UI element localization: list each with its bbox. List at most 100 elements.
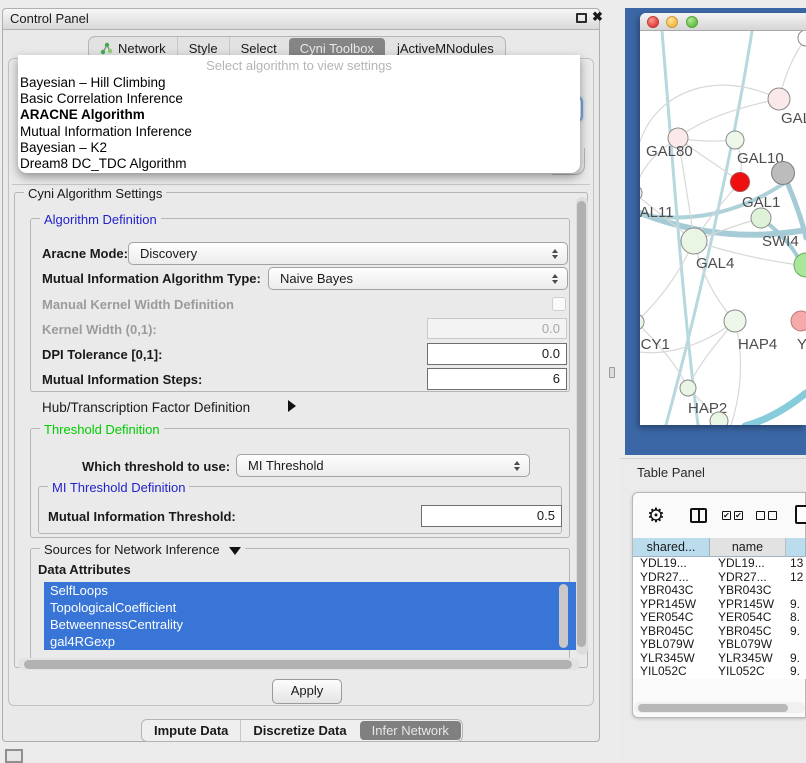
network-node-gal10[interactable] bbox=[726, 131, 744, 149]
network-node-gcy1[interactable] bbox=[640, 314, 644, 330]
split-columns-icon[interactable] bbox=[690, 508, 707, 523]
select-checkboxes-icon[interactable]: ✔ ✔ bbox=[722, 511, 743, 520]
kernel-width-label: Kernel Width (0,1): bbox=[42, 322, 157, 337]
settings-horizontal-scrollbar-thumb[interactable] bbox=[24, 660, 572, 669]
table-cell: YPR145W bbox=[633, 598, 712, 612]
dpi-tolerance-field[interactable]: 0.0 bbox=[427, 343, 567, 365]
panel-splitter-handle[interactable] bbox=[609, 367, 615, 378]
network-node-gal4[interactable] bbox=[681, 228, 707, 254]
network-node[interactable] bbox=[710, 412, 728, 425]
manual-kernel-width-checkbox[interactable] bbox=[552, 297, 566, 311]
mi-steps-field[interactable]: 6 bbox=[427, 368, 567, 390]
network-node-gal1[interactable] bbox=[751, 208, 771, 228]
hub-definition-label: Hub/Transcription Factor Definition bbox=[42, 400, 250, 415]
page-icon[interactable] bbox=[795, 505, 806, 524]
network-window-titlebar[interactable] bbox=[640, 13, 806, 31]
network-icon bbox=[100, 42, 113, 55]
column-header-shared[interactable]: shared... bbox=[633, 538, 710, 557]
float-window-icon[interactable] bbox=[576, 13, 587, 23]
hidden-groupbox-border bbox=[12, 184, 590, 185]
tab-infer-network[interactable]: Infer Network bbox=[360, 721, 461, 740]
network-node[interactable] bbox=[772, 162, 795, 185]
algorithm-dropdown-popup: Select algorithm to view settings Bayesi… bbox=[18, 55, 580, 173]
spinner-arrows-icon bbox=[552, 249, 558, 259]
gear-icon[interactable]: ⚙ bbox=[647, 503, 665, 528]
table-cell: 9. bbox=[790, 625, 806, 639]
table-row[interactable]: YBR043CYBR043C bbox=[633, 584, 806, 598]
tab-impute-data[interactable]: Impute Data bbox=[142, 720, 240, 741]
network-node-gal[interactable] bbox=[768, 88, 790, 110]
algorithm-option[interactable]: Basic Correlation Inference bbox=[20, 91, 576, 107]
settings-vertical-scrollbar-thumb[interactable] bbox=[577, 201, 586, 647]
column-header-name[interactable]: name bbox=[710, 538, 786, 557]
deselect-checkboxes-icon[interactable] bbox=[756, 511, 777, 520]
table-cell: YPR145W bbox=[712, 598, 790, 612]
table-cell bbox=[790, 638, 806, 652]
algorithm-option[interactable]: Mutual Information Inference bbox=[20, 124, 576, 140]
table-cell: YDL19... bbox=[633, 557, 712, 571]
network-node[interactable] bbox=[798, 31, 806, 46]
network-node-label: GAL80 bbox=[646, 143, 693, 160]
threshold-definition-title: Threshold Definition bbox=[40, 422, 164, 437]
network-edge bbox=[745, 393, 806, 425]
cyni-settings-group-title: Cyni Algorithm Settings bbox=[24, 186, 166, 201]
data-attributes-list: SelfLoopsTopologicalCoefficientBetweenne… bbox=[44, 582, 576, 650]
minimized-panel-icon[interactable] bbox=[5, 749, 23, 763]
expand-arrow-icon[interactable] bbox=[288, 400, 296, 412]
spinner-arrows-icon bbox=[552, 274, 558, 284]
which-threshold-combobox[interactable]: MI Threshold bbox=[236, 454, 530, 477]
network-node[interactable] bbox=[731, 173, 750, 192]
mi-threshold-field[interactable]: 0.5 bbox=[421, 505, 562, 527]
network-node-label: SWI4 bbox=[762, 233, 799, 250]
dpi-tolerance-label: DPI Tolerance [0,1]: bbox=[42, 347, 162, 362]
table-cell: YBR043C bbox=[712, 584, 790, 598]
algorithm-option[interactable]: Bayesian – K2 bbox=[20, 140, 576, 156]
network-node-label: GCY1 bbox=[640, 336, 670, 353]
apply-button[interactable]: Apply bbox=[272, 679, 342, 704]
network-node-hap2[interactable] bbox=[680, 380, 696, 396]
table-cell: 12 bbox=[790, 571, 806, 585]
attribute-list-item[interactable]: SelfLoops bbox=[44, 582, 576, 599]
unchecked-box-icon bbox=[756, 511, 765, 520]
minimize-traffic-light-icon[interactable] bbox=[666, 16, 678, 28]
algorithm-option[interactable]: ARACNE Algorithm bbox=[20, 107, 576, 123]
network-canvas[interactable]: GALGAL80GAL10GAL11GAL1SWI4GAL4GCY1HAP4YH… bbox=[640, 31, 806, 425]
close-icon[interactable]: ✖ bbox=[592, 9, 603, 25]
collapse-arrow-icon[interactable] bbox=[229, 547, 241, 555]
table-row[interactable]: YER054CYER054C8. bbox=[633, 611, 806, 625]
table-cell: 13 bbox=[790, 557, 806, 571]
zoom-traffic-light-icon[interactable] bbox=[686, 16, 698, 28]
attribute-list-item[interactable]: gal4RGexp bbox=[44, 633, 576, 650]
attributes-scrollbar-thumb[interactable] bbox=[559, 584, 568, 648]
table-row[interactable]: YDR27...YDR27...12 bbox=[633, 571, 806, 585]
table-row[interactable]: YLR345WYLR345W9. bbox=[633, 652, 806, 666]
table-row[interactable]: YIL052CYIL052C9. bbox=[633, 665, 806, 679]
application-root: Control Panel ✖ NetworkStyleSelectCyni T… bbox=[0, 0, 806, 762]
table-header-row: shared...name bbox=[633, 538, 806, 557]
table-row[interactable]: YBL079WYBL079W bbox=[633, 638, 806, 652]
tab-discretize-data[interactable]: Discretize Data bbox=[240, 720, 358, 741]
table-row[interactable]: YBR045CYBR045C9. bbox=[633, 625, 806, 639]
network-node-y[interactable] bbox=[791, 311, 806, 331]
attribute-list-item[interactable]: TopologicalCoefficient bbox=[44, 599, 576, 616]
table-cell: YLR345W bbox=[633, 652, 712, 666]
kernel-width-field[interactable]: 0.0 bbox=[427, 318, 567, 339]
table-row[interactable]: YPR145WYPR145W9. bbox=[633, 598, 806, 612]
aracne-mode-combobox[interactable]: Discovery bbox=[128, 242, 568, 265]
table-horizontal-scrollbar-thumb[interactable] bbox=[638, 704, 788, 712]
network-node-label: Y bbox=[797, 336, 806, 353]
column-header-2[interactable] bbox=[786, 538, 806, 557]
which-threshold-label: Which threshold to use: bbox=[82, 459, 230, 474]
network-node-hap4[interactable] bbox=[724, 310, 746, 332]
mi-algorithm-type-combobox[interactable]: Naive Bayes bbox=[268, 267, 568, 290]
attribute-list-item[interactable]: BetweennessCentrality bbox=[44, 616, 576, 633]
algorithm-option[interactable]: Dream8 DC_TDC Algorithm bbox=[20, 156, 576, 172]
table-body: YDL19...YDL19...13YDR27...YDR27...12YBR0… bbox=[633, 557, 806, 679]
control-panel-titlebar[interactable] bbox=[2, 8, 600, 30]
sources-title-text: Sources for Network Inference bbox=[44, 542, 220, 557]
table-row[interactable]: YDL19...YDL19...13 bbox=[633, 557, 806, 571]
close-traffic-light-icon[interactable] bbox=[647, 16, 659, 28]
mi-algorithm-type-value: Naive Bayes bbox=[280, 271, 353, 286]
network-node-label: GAL bbox=[781, 110, 806, 127]
algorithm-option[interactable]: Bayesian – Hill Climbing bbox=[20, 75, 576, 91]
